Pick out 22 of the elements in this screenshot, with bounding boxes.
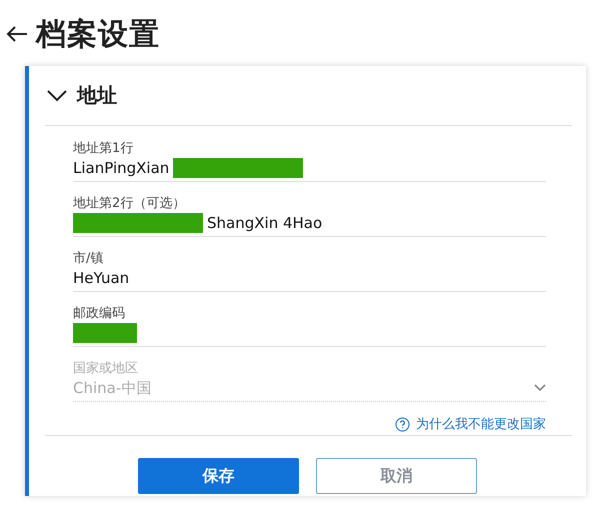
help-link[interactable]: 为什么我不能更改国家 <box>395 413 546 435</box>
dropdown-chevron-icon <box>534 384 546 392</box>
section-title: 地址 <box>77 82 117 109</box>
help-icon <box>395 416 410 432</box>
field-value: LianPingXian <box>73 159 170 177</box>
field-label: 地址第1行 <box>73 140 134 157</box>
input-field[interactable]: 市/镇 HeYuan <box>73 242 546 292</box>
input-field[interactable]: 地址第1行 LianPingXian <box>73 132 546 182</box>
field-value: ShangXin 4Hao <box>207 214 322 232</box>
back-arrow-icon[interactable] <box>6 25 28 43</box>
page-title: 档案设置 <box>36 16 160 54</box>
field-label: 邮政编码 <box>73 305 125 322</box>
save-button[interactable]: 保存 <box>138 458 299 494</box>
field-value: HeYuan <box>73 269 130 287</box>
field-value: China-中国 <box>73 378 152 398</box>
redaction-bar <box>73 323 137 343</box>
field-label: 市/镇 <box>73 250 104 267</box>
field-label: 地址第2行（可选） <box>73 195 186 212</box>
input-field[interactable]: 邮政编码 <box>73 297 546 347</box>
field-label: 国家或地区 <box>73 360 138 377</box>
input-field[interactable]: 地址第2行（可选） ShangXin 4Hao <box>73 187 546 237</box>
chevron-icon[interactable] <box>47 90 67 102</box>
